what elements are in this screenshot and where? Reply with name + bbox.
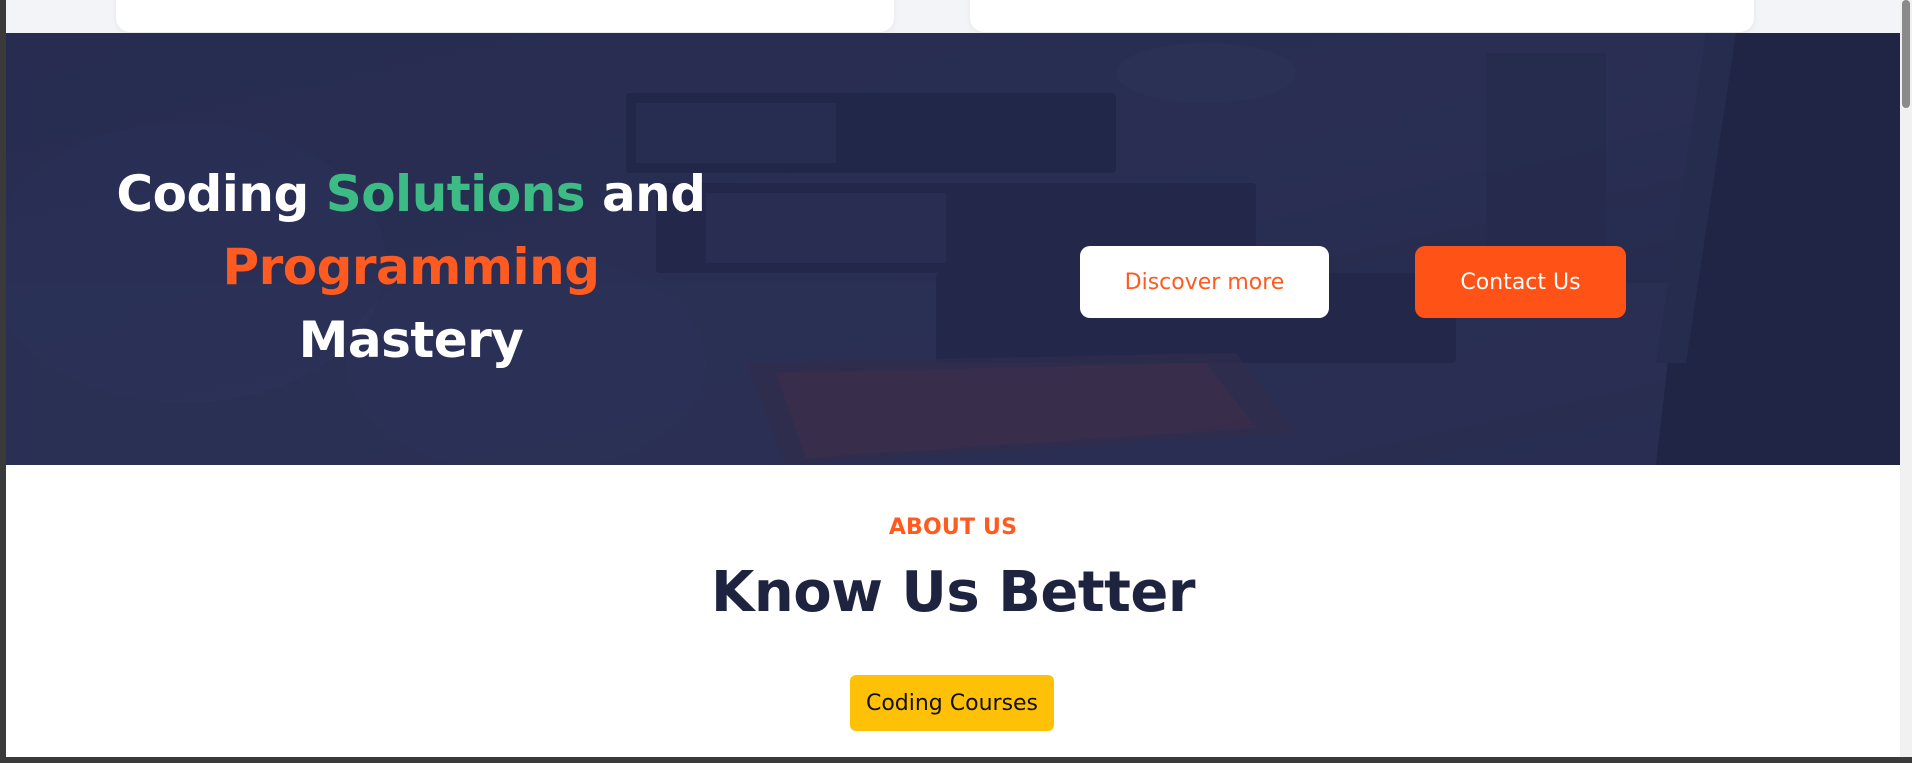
hero-title-highlight-programming: Programming (222, 238, 600, 296)
vertical-scrollbar[interactable] (1900, 0, 1912, 757)
contact-us-button[interactable]: Contact Us (1415, 246, 1626, 318)
hero-heading: Coding Solutions and Programming Mastery (106, 158, 716, 377)
feature-card-right (970, 0, 1754, 32)
discover-more-button[interactable]: Discover more (1080, 246, 1329, 318)
hero-banner: Coding Solutions and Programming Mastery … (6, 33, 1900, 465)
about-section-title: Know Us Better (710, 560, 1196, 625)
hero-title-part2: and (585, 165, 706, 223)
feature-cards-section (6, 0, 1900, 33)
about-section-label: ABOUT US (888, 515, 1018, 540)
hero-title-part3: Mastery (298, 311, 524, 369)
hero-title-highlight-solutions: Solutions (325, 165, 586, 223)
window-bottom-edge (0, 757, 1912, 763)
feature-card-left (116, 0, 894, 32)
page-viewport: Coding Solutions and Programming Mastery … (6, 0, 1900, 757)
scrollbar-thumb[interactable] (1902, 0, 1910, 108)
hero-title-part1: Coding (116, 165, 326, 223)
coding-courses-tag[interactable]: Coding Courses (850, 675, 1054, 731)
